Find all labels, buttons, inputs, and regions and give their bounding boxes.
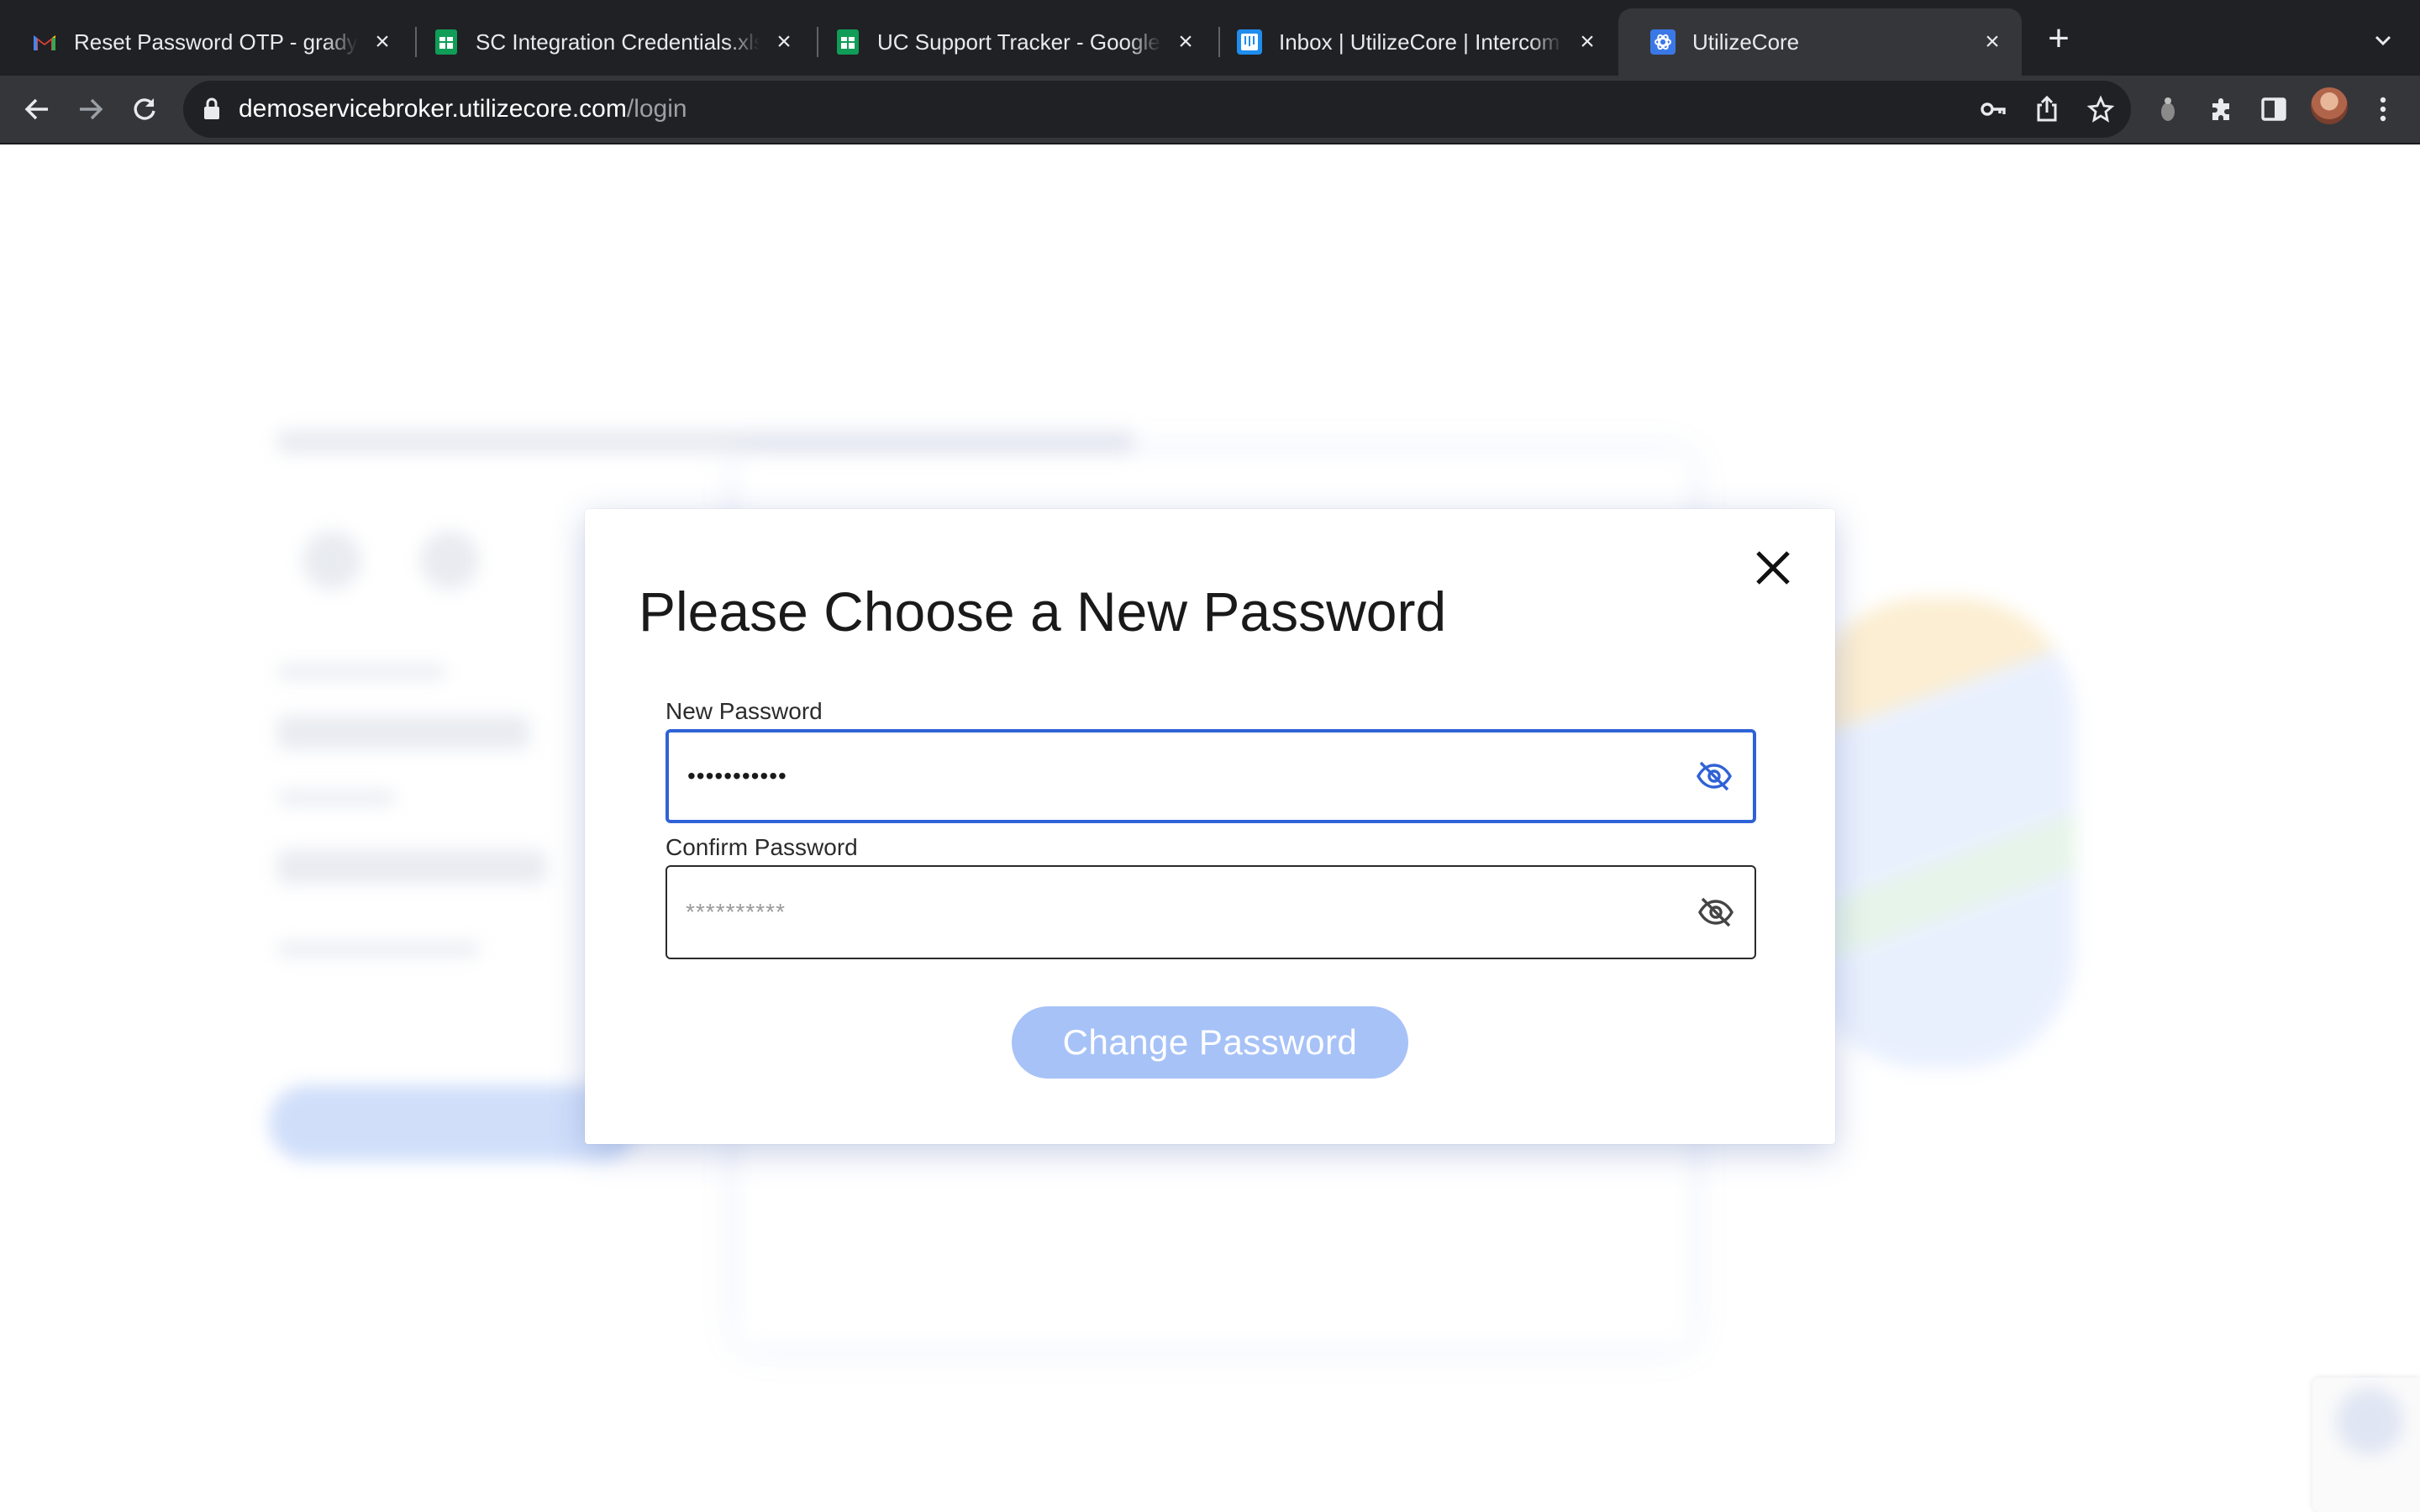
tab-title: Inbox | UtilizeCore | Intercom	[1279, 29, 1560, 55]
lock-icon[interactable]	[202, 96, 222, 121]
change-password-button[interactable]: Change Password	[1012, 1006, 1408, 1079]
sheets-icon	[835, 29, 860, 55]
bg-checkbox-line	[277, 942, 479, 956]
url-path: /login	[626, 95, 687, 123]
close-tab-icon[interactable]: ×	[1575, 28, 1600, 55]
close-tab-icon[interactable]: ×	[370, 28, 395, 55]
close-tab-icon[interactable]: ×	[1980, 28, 2005, 55]
bg-heading-line	[277, 430, 1134, 454]
bg-circle	[302, 531, 361, 590]
extensions-puzzle-icon[interactable]	[2200, 87, 2244, 131]
eye-slash-icon[interactable]	[1694, 756, 1734, 796]
url-host: demoservicebroker.utilizecore.com	[239, 95, 627, 123]
new-password-input[interactable]	[687, 732, 1662, 820]
bg-login-button	[269, 1085, 639, 1161]
back-arrow-icon[interactable]	[15, 87, 59, 131]
bg-input-line	[277, 850, 546, 884]
share-icon[interactable]	[2028, 91, 2065, 128]
tab-title: SC Integration Credentials.xlsx	[476, 29, 760, 55]
tab-title: Reset Password OTP - grady@	[74, 29, 358, 55]
close-icon[interactable]	[1748, 543, 1798, 593]
new-password-field[interactable]	[666, 729, 1756, 823]
extension-icon[interactable]	[2146, 87, 2190, 131]
kebab-menu-icon[interactable]	[2361, 87, 2405, 131]
tab-utilizecore[interactable]: UtilizeCore ×	[1618, 8, 2022, 76]
tab-intercom-inbox[interactable]: Inbox | UtilizeCore | Intercom ×	[1205, 8, 1617, 76]
bg-input-line	[277, 716, 529, 749]
gmail-icon	[32, 29, 57, 55]
bg-label-line	[277, 665, 445, 679]
new-tab-button[interactable]: +	[2042, 20, 2075, 57]
confirm-password-input[interactable]	[686, 867, 1660, 958]
change-password-modal: Please Choose a New Password New Passwor…	[585, 509, 1835, 1144]
bg-illustration	[1807, 598, 2075, 1068]
sheets-icon	[434, 29, 459, 55]
side-panel-icon[interactable]	[2252, 87, 2296, 131]
recaptcha-badge[interactable]	[2312, 1378, 2420, 1512]
confirm-password-label: Confirm Password	[666, 834, 858, 860]
close-tab-icon[interactable]: ×	[1173, 28, 1198, 55]
bg-label-line	[277, 791, 395, 805]
intercom-icon	[1237, 29, 1262, 55]
reload-icon[interactable]	[123, 87, 166, 131]
tab-sc-integration-credentials[interactable]: SC Integration Credentials.xlsx ×	[402, 8, 813, 76]
eye-slash-icon[interactable]	[1696, 892, 1736, 932]
bg-circle	[420, 531, 479, 590]
modal-title: Please Choose a New Password	[639, 580, 1447, 643]
utilizecore-icon	[1650, 29, 1676, 55]
url-text[interactable]: demoservicebroker.utilizecore.com/login	[239, 91, 687, 128]
forward-arrow-icon[interactable]	[69, 87, 113, 131]
tab-reset-password-otp[interactable]: Reset Password OTP - grady@ ×	[0, 8, 412, 76]
close-tab-icon[interactable]: ×	[771, 28, 797, 55]
password-key-icon[interactable]	[1975, 91, 2012, 128]
bookmark-star-icon[interactable]	[2082, 91, 2119, 128]
confirm-password-field[interactable]	[666, 865, 1756, 959]
profile-avatar[interactable]	[2311, 87, 2348, 124]
tab-uc-support-tracker[interactable]: UC Support Tracker - Google Sheets ×	[803, 8, 1215, 76]
tab-title: UtilizeCore	[1692, 29, 1800, 55]
new-password-label: New Password	[666, 698, 823, 724]
tab-search-icon[interactable]	[2368, 25, 2398, 55]
tab-title: UC Support Tracker - Google Sheets	[877, 29, 1161, 55]
